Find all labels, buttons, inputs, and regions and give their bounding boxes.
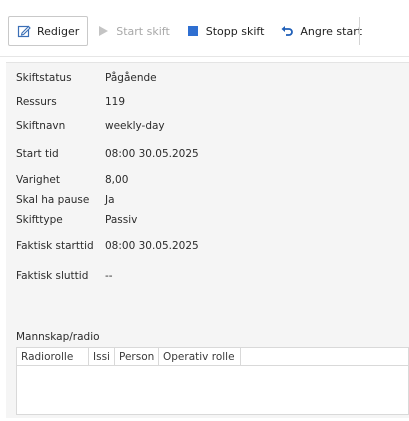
status-value: Pågående — [105, 72, 157, 84]
actual-end-row: Faktisk sluttid -- — [16, 269, 113, 283]
toolbar-divider — [359, 17, 360, 45]
shift-name-label: Skiftnavn — [16, 120, 66, 132]
shift-type-value: Passiv — [105, 214, 138, 226]
actual-end-value: -- — [105, 270, 113, 282]
actual-start-value: 08:00 30.05.2025 — [105, 240, 199, 252]
resource-row: Ressurs 119 — [16, 95, 125, 109]
shift-type-label: Skifttype — [16, 214, 63, 226]
start-shift-button[interactable]: Start skift — [88, 15, 178, 47]
status-label: Skiftstatus — [16, 72, 72, 84]
resource-value: 119 — [105, 96, 126, 108]
shift-name-value: weekly-day — [105, 120, 165, 132]
stop-icon — [186, 24, 200, 38]
start-time-row: Start tid 08:00 30.05.2025 — [16, 147, 199, 161]
actual-start-label: Faktisk starttid — [16, 240, 94, 252]
shift-details-panel: Skiftstatus Pågående Ressurs 119 Skiftna… — [6, 62, 409, 418]
edit-button-label: Rediger — [37, 24, 80, 38]
start-time-label: Start tid — [16, 148, 59, 160]
column-header-operative-role[interactable]: Operativ rolle — [159, 348, 241, 365]
actual-start-row: Faktisk starttid 08:00 30.05.2025 — [16, 239, 199, 253]
duration-row: Varighet 8,00 — [16, 173, 128, 187]
play-icon — [96, 24, 110, 38]
shift-type-row: Skifttype Passiv — [16, 213, 137, 227]
undo-icon — [280, 24, 294, 38]
pause-label: Skal ha pause — [16, 194, 90, 206]
start-time-value: 08:00 30.05.2025 — [105, 148, 199, 160]
crew-grid-header: Radiorolle Issi Person Operativ rolle — [17, 348, 408, 366]
start-shift-label: Start skift — [116, 24, 170, 38]
crew-grid: Radiorolle Issi Person Operativ rolle — [16, 347, 409, 415]
edit-icon — [17, 24, 31, 38]
pause-value: Ja — [105, 194, 115, 206]
duration-value: 8,00 — [105, 174, 129, 186]
toolbar: Rediger Start skift Stopp skift Angre st… — [8, 15, 362, 47]
actual-end-label: Faktisk sluttid — [16, 270, 89, 282]
stop-shift-button[interactable]: Stopp skift — [178, 15, 273, 47]
undo-start-label: Angre start — [300, 24, 363, 38]
edit-button[interactable]: Rediger — [8, 16, 89, 46]
stop-shift-label: Stopp skift — [205, 24, 265, 38]
pause-row: Skal ha pause Ja — [16, 193, 115, 207]
undo-start-button[interactable]: Angre start — [272, 15, 370, 47]
column-header-radio-role[interactable]: Radiorolle — [17, 348, 89, 365]
resource-label: Ressurs — [16, 96, 57, 108]
column-header-issi[interactable]: Issi — [89, 348, 115, 365]
column-header-person[interactable]: Person — [115, 348, 159, 365]
duration-label: Varighet — [16, 174, 60, 186]
shift-name-row: Skiftnavn weekly-day — [16, 119, 165, 133]
toolbar-bottom-divider — [0, 56, 409, 57]
crew-section-title: Mannskap/radio — [16, 331, 100, 343]
status-row: Skiftstatus Pågående — [16, 71, 157, 85]
